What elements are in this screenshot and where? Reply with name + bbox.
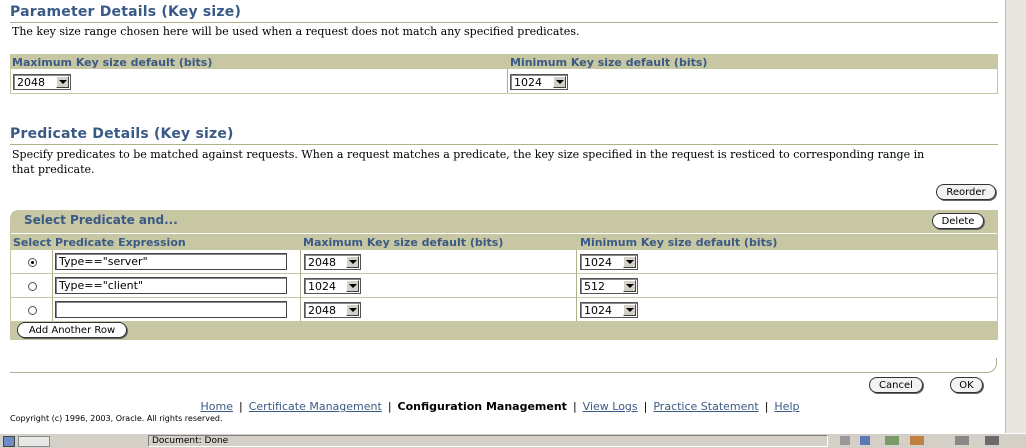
parameter-row <box>11 69 997 93</box>
footer-current-configuration-management: Configuration Management <box>397 400 567 413</box>
row-min-key-size-select[interactable]: 512 <box>580 278 638 294</box>
divider <box>576 250 577 321</box>
predicate-description-line1: Specify predicates to be matched against… <box>12 148 925 161</box>
chevron-down-icon <box>623 256 636 268</box>
divider <box>984 358 997 373</box>
max-key-size-header: Maximum Key size default (bits) <box>12 56 213 69</box>
row-min-value: 1024 <box>584 256 612 269</box>
row-min-key-size-select[interactable]: 1024 <box>580 302 638 318</box>
table-row: Type=="client" 1024 512 <box>11 274 997 297</box>
chevron-down-icon <box>56 76 69 88</box>
checkmark-icon <box>985 436 999 445</box>
parameter-details-title: Parameter Details (Key size) <box>10 4 242 20</box>
footer-nav: Home | Certificate Management | Configuratio… <box>200 400 800 413</box>
row-max-value: 2048 <box>308 256 336 269</box>
table-row: Type=="server" 2048 1024 <box>11 250 997 273</box>
row-min-value: 512 <box>584 280 605 293</box>
tray-icon <box>910 436 924 445</box>
predicate-bar-title: Select Predicate and... <box>24 213 178 227</box>
security-icon <box>3 436 15 447</box>
min-key-size-value: 1024 <box>514 76 542 89</box>
vertical-scrollbar[interactable] <box>1005 0 1026 433</box>
divider <box>11 233 997 234</box>
predicate-expression-input[interactable] <box>55 301 287 318</box>
divider <box>300 250 301 321</box>
min-key-size-select[interactable]: 1024 <box>510 74 568 90</box>
divider <box>10 22 998 23</box>
chevron-down-icon <box>623 304 636 316</box>
ok-button[interactable]: OK <box>950 377 983 393</box>
footer-link-view-logs[interactable]: View Logs <box>583 400 638 413</box>
row-max-key-size-select[interactable]: 1024 <box>304 278 361 294</box>
connection-icon <box>18 436 50 447</box>
copyright: Copyright (c) 1996, 2003, Oracle. All ri… <box>10 414 223 423</box>
column-predicate-expression: Predicate Expression <box>55 236 186 249</box>
footer-link-practice-statement[interactable]: Practice Statement <box>653 400 758 413</box>
select-radio[interactable] <box>28 258 37 267</box>
column-min-key-size: Minimum Key size default (bits) <box>580 236 778 249</box>
select-radio[interactable] <box>28 282 37 291</box>
predicate-description-line2: that predicate. <box>12 163 95 176</box>
row-min-key-size-select[interactable]: 1024 <box>580 254 638 270</box>
footer-link-home[interactable]: Home <box>201 400 233 413</box>
delete-button[interactable]: Delete <box>932 213 984 229</box>
cancel-button[interactable]: Cancel <box>869 377 923 393</box>
predicate-table: Select Predicate and... Delete Select Pr… <box>10 210 998 340</box>
tray-icon <box>840 436 850 445</box>
tray-icon <box>955 436 969 445</box>
chevron-down-icon <box>346 280 359 292</box>
column-max-key-size: Maximum Key size default (bits) <box>303 236 504 249</box>
chevron-down-icon <box>623 280 636 292</box>
footer-link-certificate-management[interactable]: Certificate Management <box>249 400 382 413</box>
row-max-key-size-select[interactable]: 2048 <box>304 254 361 270</box>
predicate-expression-input[interactable]: Type=="client" <box>55 277 287 294</box>
parameter-details-description: The key size range chosen here will be u… <box>12 25 580 38</box>
divider <box>10 372 988 373</box>
row-max-key-size-select[interactable]: 2048 <box>304 302 361 318</box>
min-key-size-header: Minimum Key size default (bits) <box>510 56 708 69</box>
max-key-size-select[interactable]: 2048 <box>13 74 71 90</box>
select-radio[interactable] <box>28 306 37 315</box>
chevron-down-icon <box>346 304 359 316</box>
row-min-value: 1024 <box>584 304 612 317</box>
row-max-value: 2048 <box>308 304 336 317</box>
parameter-table: Maximum Key size default (bits) Minimum … <box>10 54 998 94</box>
divider <box>507 69 508 93</box>
divider <box>10 144 998 145</box>
column-select: Select <box>13 236 52 249</box>
status-bar: Document: Done <box>0 433 1026 448</box>
add-another-row-button[interactable]: Add Another Row <box>17 322 127 338</box>
chevron-down-icon <box>553 76 566 88</box>
reorder-button[interactable]: Reorder <box>936 184 996 200</box>
divider <box>52 250 53 321</box>
status-text: Document: Done <box>148 435 828 447</box>
max-key-size-value: 2048 <box>17 76 45 89</box>
footer-link-help[interactable]: Help <box>774 400 799 413</box>
predicate-details-title: Predicate Details (Key size) <box>10 126 234 142</box>
predicate-expression-input[interactable]: Type=="server" <box>55 253 287 270</box>
table-row: 2048 1024 <box>11 298 997 321</box>
chevron-down-icon <box>346 256 359 268</box>
tray-icon <box>885 436 899 445</box>
tray-icon <box>860 436 870 445</box>
row-max-value: 1024 <box>308 280 336 293</box>
